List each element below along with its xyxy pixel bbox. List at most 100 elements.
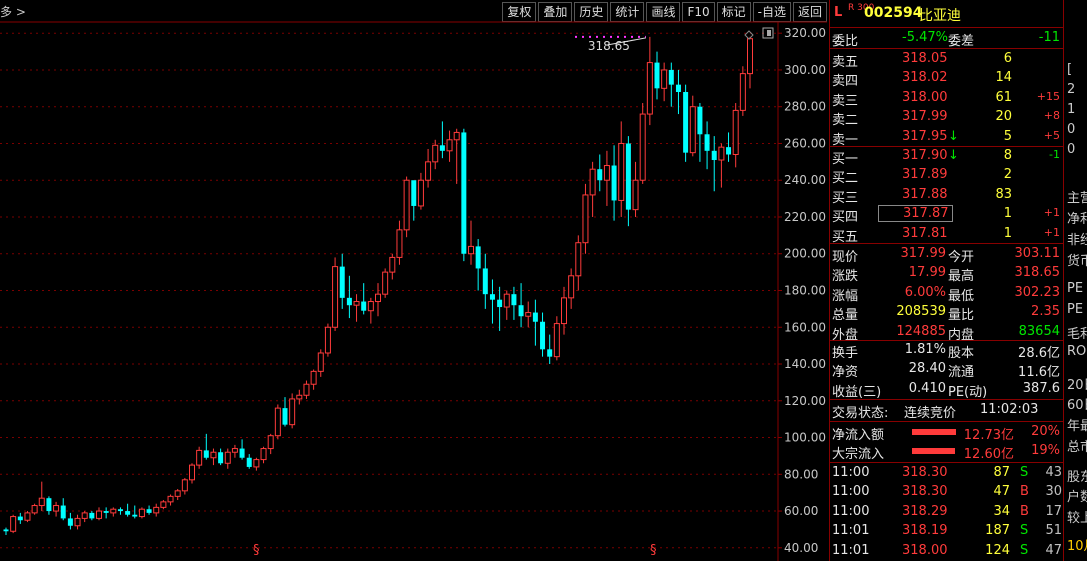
stat-label: 收益(三) <box>832 384 882 400</box>
bid-label: 买二 <box>832 171 859 187</box>
candle-body-down <box>697 106 703 135</box>
chart-settings-icon-inner <box>767 30 771 36</box>
candle-body-down <box>532 312 538 322</box>
candle-body-down <box>482 268 488 295</box>
candle-body-up <box>10 516 17 532</box>
candle-body-up <box>389 256 396 273</box>
dividend-mark[interactable]: § <box>650 543 657 558</box>
candle-body-down <box>497 299 503 308</box>
level-l-badge: L <box>834 5 843 20</box>
bid-row: 买五 317.81 1 +1 <box>830 225 1064 245</box>
tick-side: B <box>1020 503 1029 519</box>
quote-panel: L R 300 002594 比亚迪 委比 -5.47% 委差 -11 卖五 31… <box>829 0 1064 561</box>
candle-body-up <box>81 512 88 519</box>
stat-value: 2.35 <box>1031 304 1060 320</box>
candle-body-up <box>718 146 725 161</box>
candle-body-up <box>289 398 296 426</box>
f10-side-text: 净利 <box>1067 212 1087 227</box>
stat-row: 外盘 124885 内盘 83654 <box>830 323 1064 343</box>
status-value: 连续竞价 <box>904 406 957 421</box>
stat-value: 1.81% <box>904 342 946 357</box>
weibi-label: 委比 <box>832 34 859 49</box>
flow-value: 12.73亿 <box>963 428 1014 443</box>
candle-body-up <box>446 139 453 152</box>
tick-price: 318.30 <box>902 465 948 480</box>
f10-side-text: 0 <box>1067 142 1076 157</box>
candle-body-up <box>38 497 45 507</box>
stat-value: 208539 <box>896 304 946 320</box>
candle-body-up <box>403 179 410 231</box>
candle-body-down <box>46 498 52 512</box>
stat2-row: 换手 1.81% 股本 28.6亿 <box>830 341 1064 361</box>
tick-count: 51 <box>1045 523 1062 539</box>
flow-value: 12.60亿 <box>963 447 1014 463</box>
tick-time: 11:01 <box>832 542 870 558</box>
stat-label: 换手 <box>832 346 859 361</box>
candle-body-up <box>525 312 532 317</box>
ask-row: 卖四 318.02 14 <box>830 69 1064 89</box>
tick-price: 318.29 <box>902 503 948 519</box>
candle-body-down <box>125 511 131 515</box>
y-tick-label: 180.00 <box>784 284 826 298</box>
stat-value: 83654 <box>1018 323 1060 339</box>
candle-body-up <box>747 38 753 75</box>
candlestick-chart[interactable]: 320.00 300.00 280.00 260.00 240.00 220.00 200.… <box>0 0 827 561</box>
f10-side-text: 较上 <box>1067 511 1087 526</box>
candle-body-up <box>382 271 389 295</box>
bid-price: 317.89 <box>902 167 948 183</box>
stat-value: 317.99 <box>900 246 947 261</box>
stat-label: 现价 <box>832 250 859 265</box>
candle-body-up <box>174 490 181 497</box>
stat-row: 现价 317.99 今开 303.11 <box>830 245 1064 265</box>
bid-row: 买四 317.87 1 +1 <box>830 205 1064 225</box>
candle-body-up <box>253 459 260 468</box>
bid-price: 317.90 <box>902 148 948 163</box>
status-time: 11:02:03 <box>980 402 1039 417</box>
f10-side-text: 非经 <box>1067 233 1087 248</box>
stock-name: 比亚迪 <box>919 8 961 24</box>
stat-value: 318.65 <box>1014 265 1061 281</box>
stat-label: 流通 <box>948 365 975 381</box>
f10-side-text: 毛利 <box>1067 327 1087 342</box>
y-tick-label: 120.00 <box>784 394 826 408</box>
status-label: 交易状态: <box>832 406 889 421</box>
candle-body-down <box>218 452 224 464</box>
tick-count: 30 <box>1045 484 1062 500</box>
stock-header: L R 300 002594 比亚迪 <box>830 4 1064 26</box>
flow-percent: 20% <box>1031 424 1060 439</box>
candle-body-up <box>138 508 145 518</box>
y-tick-label: 80.00 <box>784 467 818 481</box>
candle-body-up <box>196 449 203 466</box>
f10-side-text: 1 <box>1067 102 1076 117</box>
bid-price: 317.81 <box>902 225 948 241</box>
candle-body-down <box>625 143 631 210</box>
ask-volume: 5 <box>1003 128 1012 144</box>
candle-body-down <box>518 305 524 317</box>
ask-label: 卖三 <box>832 93 859 109</box>
candle-body-down <box>282 408 288 425</box>
ask-row: 卖五 318.05 6 <box>830 50 1064 70</box>
y-tick-label: 220.00 <box>784 210 826 224</box>
candle-body-up <box>661 69 668 89</box>
y-tick-label: 280.00 <box>784 100 826 114</box>
kline-chart-area[interactable]: 多 > 复权 叠加 历史 统计 画线 F10 标记 -自选 返回 320.00 300.00 280… <box>0 0 827 561</box>
candle-body-down <box>239 448 245 458</box>
stat-row: 涨幅 6.00% 最低 302.23 <box>830 284 1064 304</box>
candle-body-down <box>683 92 689 153</box>
candle-body-up <box>160 501 167 508</box>
stat-value: 17.99 <box>908 265 946 281</box>
f10-side-text: RO <box>1067 344 1087 359</box>
candle-body-up <box>31 505 38 514</box>
f10-side-text: 户数 <box>1067 490 1087 505</box>
candle-body-up <box>503 293 510 308</box>
down-arrow-icon: ↓ <box>948 128 959 144</box>
stat-label: 涨跌 <box>832 269 859 285</box>
ask-price: 317.95 <box>902 128 948 144</box>
flow-row: 大宗流入 12.60亿 19% <box>830 442 1064 463</box>
tick-volume: 187 <box>985 523 1010 539</box>
stat-value: 303.11 <box>1014 246 1061 261</box>
dividend-mark[interactable]: § <box>253 543 260 558</box>
candle-body-up <box>639 113 646 181</box>
f10-side-text: 主营 <box>1067 191 1087 206</box>
candle-body-up <box>732 109 739 155</box>
